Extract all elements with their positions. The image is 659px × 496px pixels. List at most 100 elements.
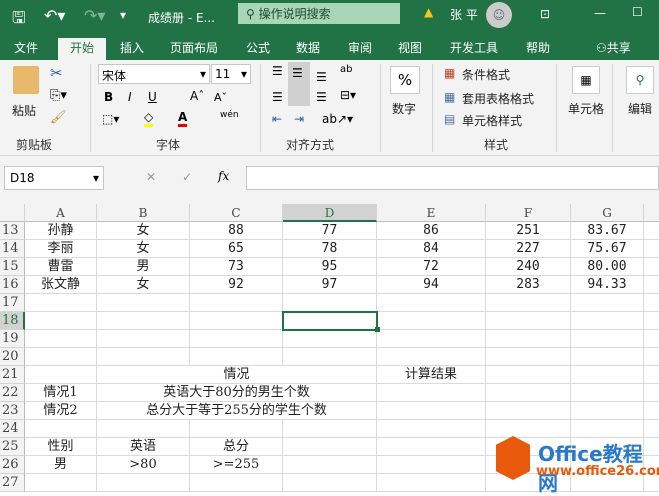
fill-handle[interactable]	[375, 327, 380, 332]
editing-button[interactable]: ⚲ 编辑	[622, 64, 658, 130]
font-name-select[interactable]: 宋体 ▾	[98, 64, 210, 84]
cell[interactable]	[644, 240, 659, 258]
cell-F18[interactable]	[486, 312, 571, 330]
row-header-26[interactable]: 26	[0, 456, 25, 474]
tab-view[interactable]: 视图	[394, 38, 426, 60]
number-format-button[interactable]: % 数字	[388, 64, 422, 130]
share-button[interactable]: ⚇共享	[592, 38, 635, 60]
cell-B17[interactable]	[97, 294, 190, 312]
cell-G14[interactable]: 75.67	[571, 240, 644, 258]
cell-D14[interactable]: 78	[283, 240, 377, 258]
row-header-24[interactable]: 24	[0, 420, 25, 438]
tab-help[interactable]: 帮助	[522, 38, 554, 60]
row-header-16[interactable]: 16	[0, 276, 25, 294]
cell-D24[interactable]	[283, 420, 377, 438]
row-header-17[interactable]: 17	[0, 294, 25, 312]
decrease-font-icon[interactable]: Aˇ	[214, 91, 227, 104]
row-header-22[interactable]: 22	[0, 384, 25, 402]
cell-B25[interactable]: 英语	[97, 438, 190, 456]
cell-F13[interactable]: 251	[486, 222, 571, 240]
row-header-15[interactable]: 15	[0, 258, 25, 276]
decrease-indent-icon[interactable]: ⇤	[272, 112, 282, 126]
redo-icon[interactable]: ↷▾	[84, 6, 105, 25]
cell-B21[interactable]: 情况	[97, 366, 377, 384]
customize-icon[interactable]: ▾	[120, 8, 126, 22]
merge-center-icon[interactable]: ⊟▾	[340, 88, 356, 102]
row-header-20[interactable]: 20	[0, 348, 25, 366]
cell[interactable]	[644, 348, 659, 366]
row-header-19[interactable]: 19	[0, 330, 25, 348]
cell-C17[interactable]	[190, 294, 283, 312]
cell-A16[interactable]: 张文静	[25, 276, 97, 294]
column-header-E[interactable]: E	[377, 204, 486, 222]
tab-formulas[interactable]: 公式	[242, 38, 274, 60]
cut-icon[interactable]: ✂	[50, 64, 63, 82]
tab-insert[interactable]: 插入	[116, 38, 148, 60]
cell-G17[interactable]	[571, 294, 644, 312]
cell-D25[interactable]	[283, 438, 377, 456]
cell-F19[interactable]	[486, 330, 571, 348]
cell[interactable]	[644, 330, 659, 348]
column-header-B[interactable]: B	[97, 204, 190, 222]
avatar[interactable]: ☺	[486, 2, 512, 28]
cell-B15[interactable]: 男	[97, 258, 190, 276]
cell-F23[interactable]	[486, 402, 571, 420]
cell-D19[interactable]	[283, 330, 377, 348]
cell-F16[interactable]: 283	[486, 276, 571, 294]
cell-D17[interactable]	[283, 294, 377, 312]
orientation-icon[interactable]: ab↗▾	[322, 112, 353, 126]
cell-C16[interactable]: 92	[190, 276, 283, 294]
insert-function-icon[interactable]: fx	[218, 169, 229, 183]
cell-G16[interactable]: 94.33	[571, 276, 644, 294]
cell-C26[interactable]: >=255	[190, 456, 283, 474]
cell-B24[interactable]	[97, 420, 190, 438]
font-size-select[interactable]: 11 ▾	[211, 64, 251, 84]
cell-E18[interactable]	[377, 312, 486, 330]
row-header-27[interactable]: 27	[0, 474, 25, 492]
cell[interactable]	[644, 366, 659, 384]
phonetic-icon[interactable]: wén	[220, 110, 239, 120]
tab-page-layout[interactable]: 页面布局	[166, 38, 222, 60]
column-header-F[interactable]: F	[486, 204, 571, 222]
cell-F20[interactable]	[486, 348, 571, 366]
cell-C25[interactable]: 总分	[190, 438, 283, 456]
copy-icon[interactable]: ⎘▾	[50, 88, 67, 103]
row-header-23[interactable]: 23	[0, 402, 25, 420]
cell-E13[interactable]: 86	[377, 222, 486, 240]
fill-color-icon[interactable]: ◇	[144, 110, 154, 127]
align-left-icon[interactable]: ☰	[272, 90, 283, 104]
paste-button[interactable]: 粘贴	[10, 66, 44, 122]
cell-B19[interactable]	[97, 330, 190, 348]
cell-B16[interactable]: 女	[97, 276, 190, 294]
middle-align-icon[interactable]: ☰	[288, 62, 310, 106]
column-header-G[interactable]: G	[571, 204, 644, 222]
cell-E14[interactable]: 84	[377, 240, 486, 258]
cell-B22[interactable]: 英语大于80分的男生个数	[97, 384, 377, 402]
cell-B18[interactable]	[97, 312, 190, 330]
increase-indent-icon[interactable]: ⇥	[294, 112, 304, 126]
bold-button[interactable]: B	[104, 90, 113, 104]
cell[interactable]	[644, 384, 659, 402]
cell-E21[interactable]: 计算结果	[377, 366, 486, 384]
cell-F22[interactable]	[486, 384, 571, 402]
cell-A15[interactable]: 曹雷	[25, 258, 97, 276]
select-all-corner[interactable]	[0, 204, 25, 222]
undo-icon[interactable]: ↶▾	[44, 6, 65, 25]
cell-C20[interactable]	[190, 348, 283, 366]
row-header-25[interactable]: 25	[0, 438, 25, 456]
cell-D26[interactable]	[283, 456, 377, 474]
cell-E23[interactable]	[377, 402, 486, 420]
tab-home[interactable]: 开始	[58, 38, 107, 60]
cell-D15[interactable]: 95	[283, 258, 377, 276]
cell-E20[interactable]	[377, 348, 486, 366]
save-icon[interactable]: 🖫	[12, 7, 26, 34]
increase-font-icon[interactable]: Aˆ	[190, 89, 204, 103]
cell-E17[interactable]	[377, 294, 486, 312]
cell-A26[interactable]: 男	[25, 456, 97, 474]
cell-E19[interactable]	[377, 330, 486, 348]
minimize-icon[interactable]: —	[594, 6, 606, 20]
cell-E25[interactable]	[377, 438, 486, 456]
italic-button[interactable]: I	[128, 90, 132, 104]
cell-G21[interactable]	[571, 366, 644, 384]
cell-E16[interactable]: 94	[377, 276, 486, 294]
